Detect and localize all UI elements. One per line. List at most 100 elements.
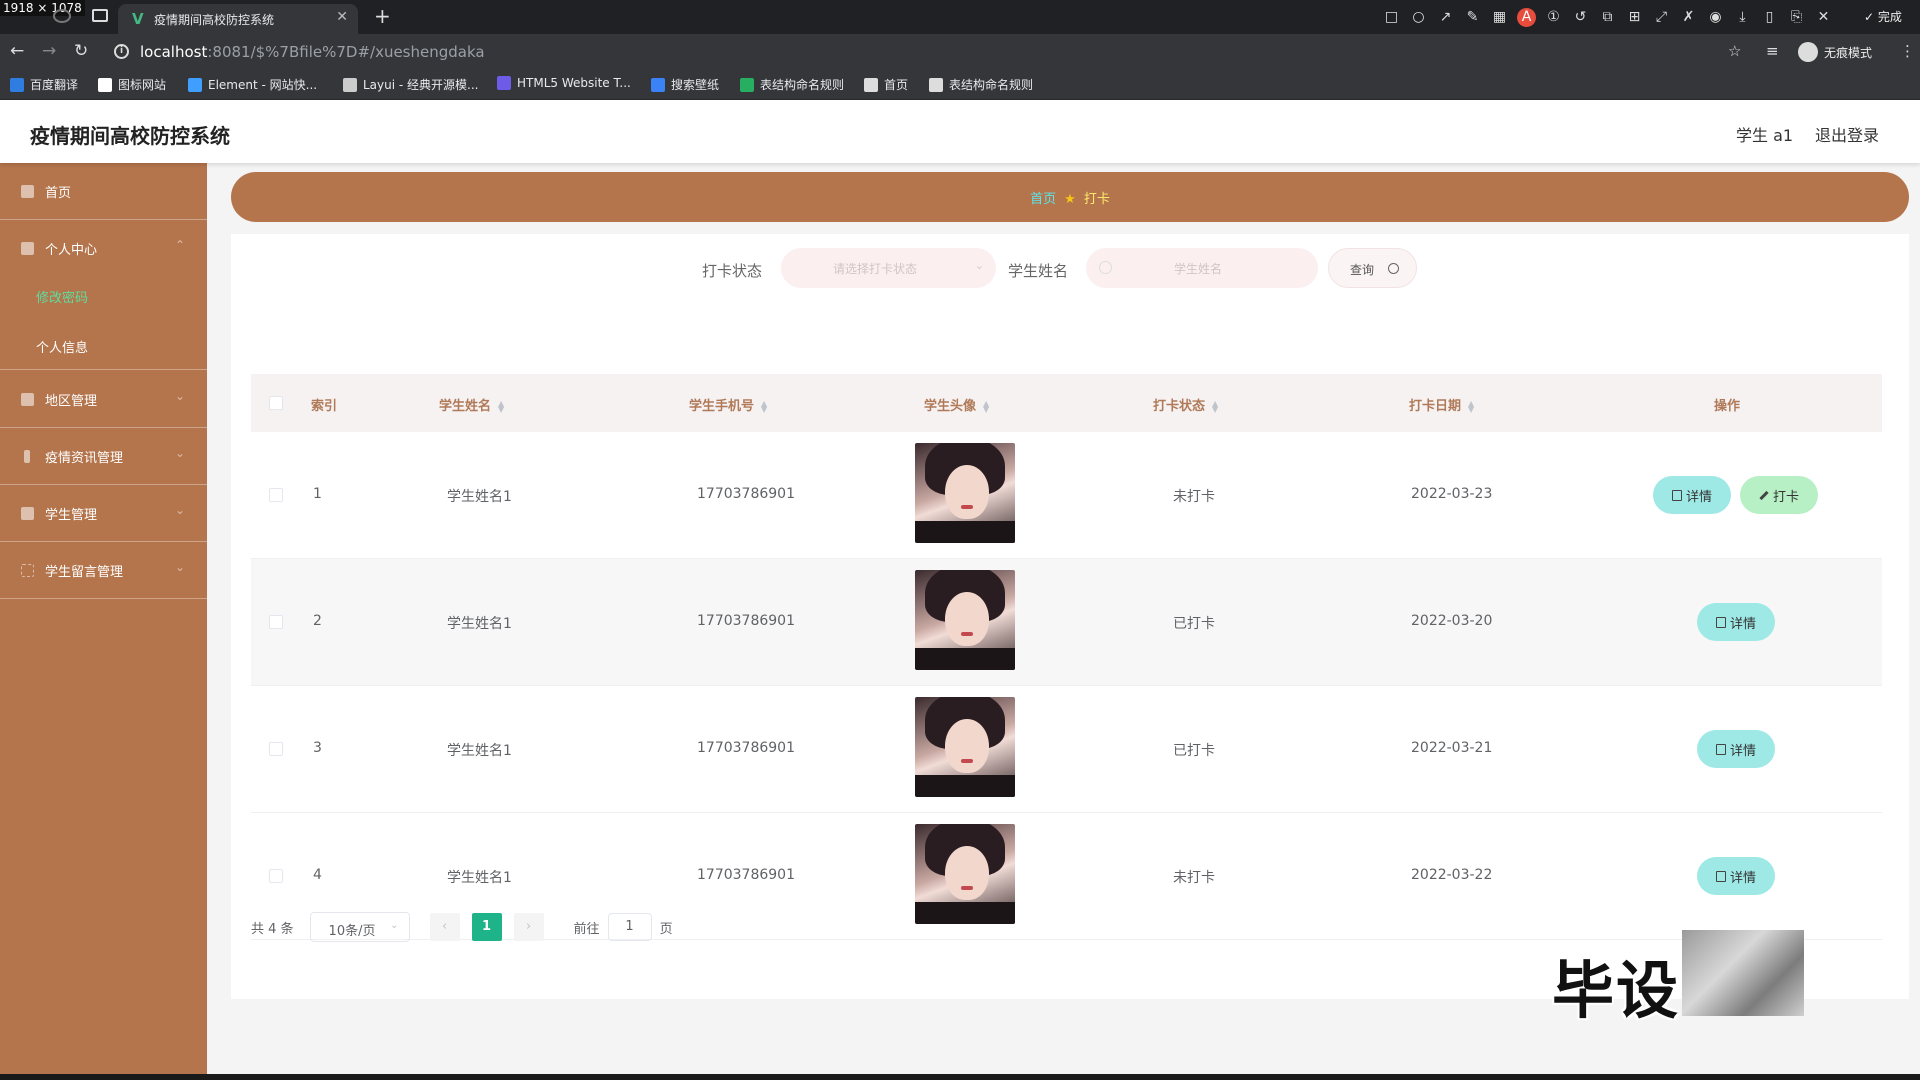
detail-button[interactable]: 详情: [1697, 857, 1775, 895]
detail-button[interactable]: 详情: [1653, 476, 1731, 514]
sidebar-item-label: 学生留言管理: [45, 565, 124, 580]
page-size-select[interactable]: 10条/页 ⌄: [309, 912, 410, 942]
goto-page-input[interactable]: 1: [607, 913, 652, 941]
student-avatar[interactable]: [915, 824, 1015, 924]
sort-icon[interactable]: ▲ ▼: [498, 399, 504, 413]
student-avatar[interactable]: [915, 570, 1015, 670]
text-tool-icon[interactable]: A: [1517, 7, 1536, 27]
logout-link[interactable]: 退出登录: [1815, 122, 1879, 146]
new-tab-button[interactable]: +: [374, 4, 391, 28]
window-icon[interactable]: [92, 9, 108, 22]
cell-phone: 17703786901: [697, 867, 795, 883]
document-icon: [1715, 616, 1726, 628]
column-header-avatar[interactable]: 学生头像 ▲ ▼: [924, 395, 989, 414]
sidebar-item-news[interactable]: 疫情资讯管理 ⌄: [0, 428, 207, 485]
arrow-tool-icon[interactable]: ↗: [1436, 8, 1455, 27]
bookmark-icon: [188, 77, 202, 92]
record-icon[interactable]: ◉: [1706, 8, 1725, 27]
copy-icon[interactable]: ▯: [1760, 8, 1779, 27]
sort-icon[interactable]: ▲ ▼: [1212, 399, 1218, 413]
number-tool-icon[interactable]: ①: [1544, 8, 1563, 27]
sort-icon[interactable]: ▲ ▼: [1468, 399, 1474, 413]
bookmark-item[interactable]: 搜索壁纸: [651, 76, 719, 93]
bookmark-label: 百度翻译: [30, 78, 79, 92]
chevron-down-icon: ⌄: [174, 446, 185, 460]
row-checkbox[interactable]: [269, 615, 283, 629]
bookmark-item[interactable]: 图标网站: [98, 76, 166, 93]
browser-tab[interactable]: V 疫情期间高校防控系统 ✕: [118, 4, 358, 34]
pin-icon: [24, 450, 30, 463]
reload-icon[interactable]: [53, 9, 71, 23]
sidebar-item-personal[interactable]: 个人中心 ⌃: [0, 220, 207, 277]
cancel-icon[interactable]: ✕: [1814, 8, 1833, 27]
pin-icon[interactable]: ✗: [1679, 8, 1698, 27]
mosaic-tool-icon[interactable]: ▦: [1490, 8, 1509, 27]
pen-tool-icon[interactable]: ✎: [1463, 8, 1482, 27]
incognito-indicator[interactable]: 无痕模式: [1798, 42, 1872, 62]
menu-dots-icon[interactable]: ⋮: [1900, 42, 1915, 60]
site-info-icon[interactable]: i: [114, 44, 129, 59]
student-avatar[interactable]: [915, 697, 1015, 797]
status-select[interactable]: 请选择打卡状态 ⌄: [781, 248, 996, 288]
bookmark-item[interactable]: 表结构命名规则: [740, 76, 844, 93]
done-label: 完成: [1877, 10, 1902, 24]
bookmark-item[interactable]: HTML5 Website T...: [497, 76, 631, 90]
forward-icon[interactable]: →: [42, 41, 56, 61]
download-icon[interactable]: ⤓: [1733, 8, 1752, 27]
undo-icon[interactable]: ↺: [1571, 8, 1590, 27]
rectangle-tool-icon[interactable]: □: [1382, 8, 1401, 27]
translate-icon[interactable]: ⊞: [1625, 8, 1644, 27]
column-header-index: 索引: [311, 399, 338, 414]
ellipse-tool-icon[interactable]: ○: [1409, 8, 1428, 27]
bookmark-item[interactable]: 表结构命名规则: [929, 76, 1033, 93]
browser-tab-bar: 1918 × 1078 V 疫情期间高校防控系统 ✕ + □ ○ ↗ ✎ ▦ A…: [0, 0, 1920, 34]
sidebar-item-home[interactable]: 首页: [0, 163, 207, 220]
sort-icon[interactable]: ▲ ▼: [761, 399, 767, 413]
sidebar-item-students[interactable]: 学生管理 ⌄: [0, 485, 207, 542]
current-page-button[interactable]: 1: [471, 913, 502, 941]
bookmark-item[interactable]: Element - 网站快...: [188, 76, 317, 93]
bookmark-icon: [497, 76, 511, 90]
sidebar-subitem-profile[interactable]: 个人信息: [0, 320, 207, 370]
sidebar-subitem-change-password[interactable]: 修改密码: [0, 270, 207, 320]
sort-icon[interactable]: ▲ ▼: [983, 399, 989, 413]
cell-index: 1: [313, 486, 322, 502]
bookmark-item[interactable]: Layui - 经典开源模...: [343, 76, 478, 93]
query-button[interactable]: 查询: [1328, 248, 1417, 288]
checkin-button-label: 打卡: [1772, 489, 1799, 505]
select-all-checkbox[interactable]: [269, 396, 283, 410]
breadcrumb-home[interactable]: 首页: [1030, 192, 1056, 207]
row-checkbox[interactable]: [269, 869, 283, 883]
bookmark-icon[interactable]: ⎘: [1787, 8, 1806, 27]
reload-page-icon[interactable]: ↻: [74, 41, 88, 61]
student-avatar[interactable]: [915, 443, 1015, 543]
column-header-date[interactable]: 打卡日期 ▲ ▼: [1409, 395, 1474, 414]
prev-page-button[interactable]: ‹: [429, 913, 460, 941]
column-header-phone[interactable]: 学生手机号 ▲ ▼: [689, 395, 767, 414]
sidebar-item-messages[interactable]: 学生留言管理 ⌄: [0, 542, 207, 599]
star-bookmark-icon[interactable]: ☆: [1728, 42, 1741, 60]
close-tab-icon[interactable]: ✕: [336, 9, 348, 25]
ocr-icon[interactable]: ⧉: [1598, 8, 1617, 27]
detail-button[interactable]: 详情: [1697, 730, 1775, 768]
bookmark-item[interactable]: 百度翻译: [10, 76, 78, 93]
row-checkbox[interactable]: [269, 742, 283, 756]
next-page-button[interactable]: ›: [513, 913, 544, 941]
detail-button[interactable]: 详情: [1697, 603, 1775, 641]
checkin-button[interactable]: 打卡: [1740, 476, 1818, 514]
done-button[interactable]: ✓ 完成: [1864, 8, 1902, 25]
sidebar-item-region[interactable]: 地区管理 ⌄: [0, 371, 207, 428]
bookmark-item[interactable]: 首页: [864, 76, 908, 93]
back-icon[interactable]: ←: [10, 41, 24, 61]
url-field[interactable]: localhost:8081/$%7Bfile%7D#/xueshengdaka: [140, 43, 485, 61]
scroll-capture-icon[interactable]: ⤢: [1652, 8, 1671, 27]
app-header: 疫情期间高校防控系统 学生 a1 退出登录: [0, 100, 1920, 163]
row-checkbox[interactable]: [269, 488, 283, 502]
name-filter-label: 学生姓名: [1008, 262, 1069, 280]
incognito-icon: [1798, 42, 1818, 62]
name-search-input[interactable]: 学生姓名: [1086, 248, 1318, 288]
column-header-name[interactable]: 学生姓名 ▲ ▼: [439, 395, 504, 414]
screenshot-toolbar: □ ○ ↗ ✎ ▦ A ① ↺ ⧉ ⊞ ⤢ ✗ ◉ ⤓ ▯ ⎘ ✕: [1382, 5, 1833, 29]
column-header-status[interactable]: 打卡状态 ▲ ▼: [1153, 395, 1218, 414]
reading-list-icon[interactable]: ≡: [1766, 42, 1779, 60]
